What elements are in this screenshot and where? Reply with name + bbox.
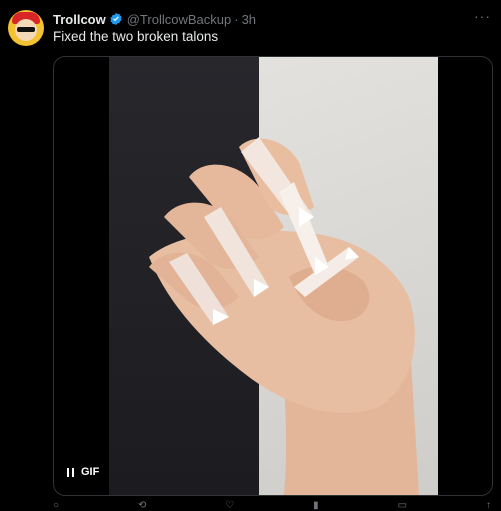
display-name[interactable]: Trollcow — [53, 12, 106, 27]
tweet-header: Trollcow @TrollcowBackup · 3h — [53, 10, 491, 28]
views-icon[interactable]: ▮ — [313, 500, 319, 511]
tweet-actions: ○ ⟲ ♡ ▮ ▭ ↑ — [53, 500, 491, 511]
share-icon[interactable]: ↑ — [486, 500, 491, 511]
gif-label: GIF — [81, 466, 100, 478]
separator-dot: · — [234, 11, 239, 27]
like-icon[interactable]: ♡ — [225, 500, 234, 511]
verified-badge-icon — [109, 12, 123, 26]
reply-icon[interactable]: ○ — [53, 500, 59, 511]
more-options-icon[interactable]: ··· — [474, 8, 491, 24]
gif-badge[interactable]: GIF — [61, 462, 106, 482]
tweet-text: Fixed the two broken talons — [53, 29, 219, 44]
tweet-media[interactable]: GIF — [53, 56, 493, 496]
timestamp[interactable]: 3h — [242, 12, 256, 27]
user-handle[interactable]: @TrollcowBackup — [127, 12, 231, 27]
avatar-glasses — [17, 27, 35, 32]
gif-frame — [109, 57, 438, 495]
pause-icon — [67, 467, 75, 477]
bookmark-icon[interactable]: ▭ — [398, 500, 407, 511]
repost-icon[interactable]: ⟲ — [138, 500, 146, 511]
hand-with-nails-image — [149, 137, 419, 495]
avatar[interactable] — [8, 10, 44, 46]
